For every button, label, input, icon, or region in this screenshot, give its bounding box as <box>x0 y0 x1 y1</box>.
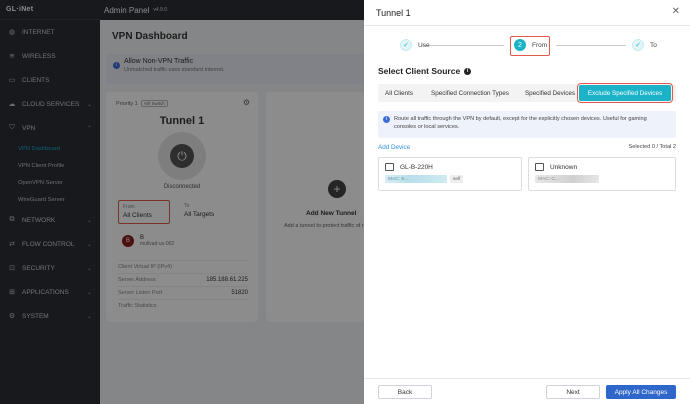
device-meta: MAC: E... self <box>385 175 515 183</box>
apply-all-changes-button[interactable]: Apply All Changes <box>606 385 676 399</box>
section-title-text: Select Client Source <box>378 66 461 76</box>
mode-description-text: Route all traffic through the VPN by def… <box>394 116 647 131</box>
device-head: Unknown <box>535 163 669 171</box>
tab-exclude-specified-devices[interactable]: Exclude Specified Devices <box>577 83 673 103</box>
device-mac: MAC: E... <box>385 175 447 183</box>
back-button[interactable]: Back <box>378 385 432 399</box>
check-icon: ✓ <box>632 39 644 51</box>
step-label: From <box>532 41 548 49</box>
step-use[interactable]: ✓ Use <box>400 39 430 51</box>
info-icon[interactable]: i <box>464 67 472 75</box>
device-card[interactable]: Unknown MAC: C... <box>528 157 676 191</box>
device-mac: MAC: C... <box>535 175 599 183</box>
monitor-icon <box>535 163 544 171</box>
panel-header: Tunnel 1 ✕ <box>364 0 690 26</box>
step-label: Use <box>418 41 430 49</box>
app-root: GL·iNet ◍ INTERNET ≋ WIRELESS ▭ CLIENTS … <box>0 0 690 404</box>
device-card[interactable]: GL-B-220H MAC: E... self <box>378 157 522 191</box>
step-from[interactable]: 2 From <box>514 39 547 51</box>
device-head: GL-B-220H <box>385 163 515 171</box>
info-icon: i <box>383 116 390 123</box>
tunnel-config-panel: Tunnel 1 ✕ ✓ Use 2 From ✓ To Select Clie… <box>364 0 690 404</box>
mode-description: i Route all traffic through the VPN by d… <box>378 111 676 138</box>
device-name: Unknown <box>550 163 578 171</box>
panel-title: Tunnel 1 <box>376 7 411 18</box>
step-number: 2 <box>514 39 526 51</box>
add-device-link[interactable]: Add Device <box>378 144 410 151</box>
tab-specified-connection-types[interactable]: Specified Connection Types <box>419 85 521 101</box>
step-connector <box>556 45 626 46</box>
router-icon <box>385 163 394 171</box>
panel-footer: Back Next Apply All Changes <box>364 378 690 404</box>
close-icon[interactable]: ✕ <box>672 6 680 17</box>
section-title: Select Client Source i <box>378 66 472 76</box>
tab-all-clients[interactable]: All Clients <box>379 85 419 101</box>
step-to[interactable]: ✓ To <box>632 39 657 51</box>
self-badge: self <box>450 175 464 183</box>
stepper: ✓ Use 2 From ✓ To <box>364 34 690 58</box>
tab-specified-devices[interactable]: Specified Devices <box>521 85 579 101</box>
check-icon: ✓ <box>400 39 412 51</box>
device-meta: MAC: C... <box>535 175 669 183</box>
device-name: GL-B-220H <box>400 163 433 171</box>
selected-count: Selected 0 / Total 2 <box>628 144 676 150</box>
next-button[interactable]: Next <box>546 385 600 399</box>
step-connector <box>422 45 504 46</box>
client-source-tabs: All Clients Specified Connection Types S… <box>378 83 676 103</box>
step-label: To <box>650 41 657 49</box>
